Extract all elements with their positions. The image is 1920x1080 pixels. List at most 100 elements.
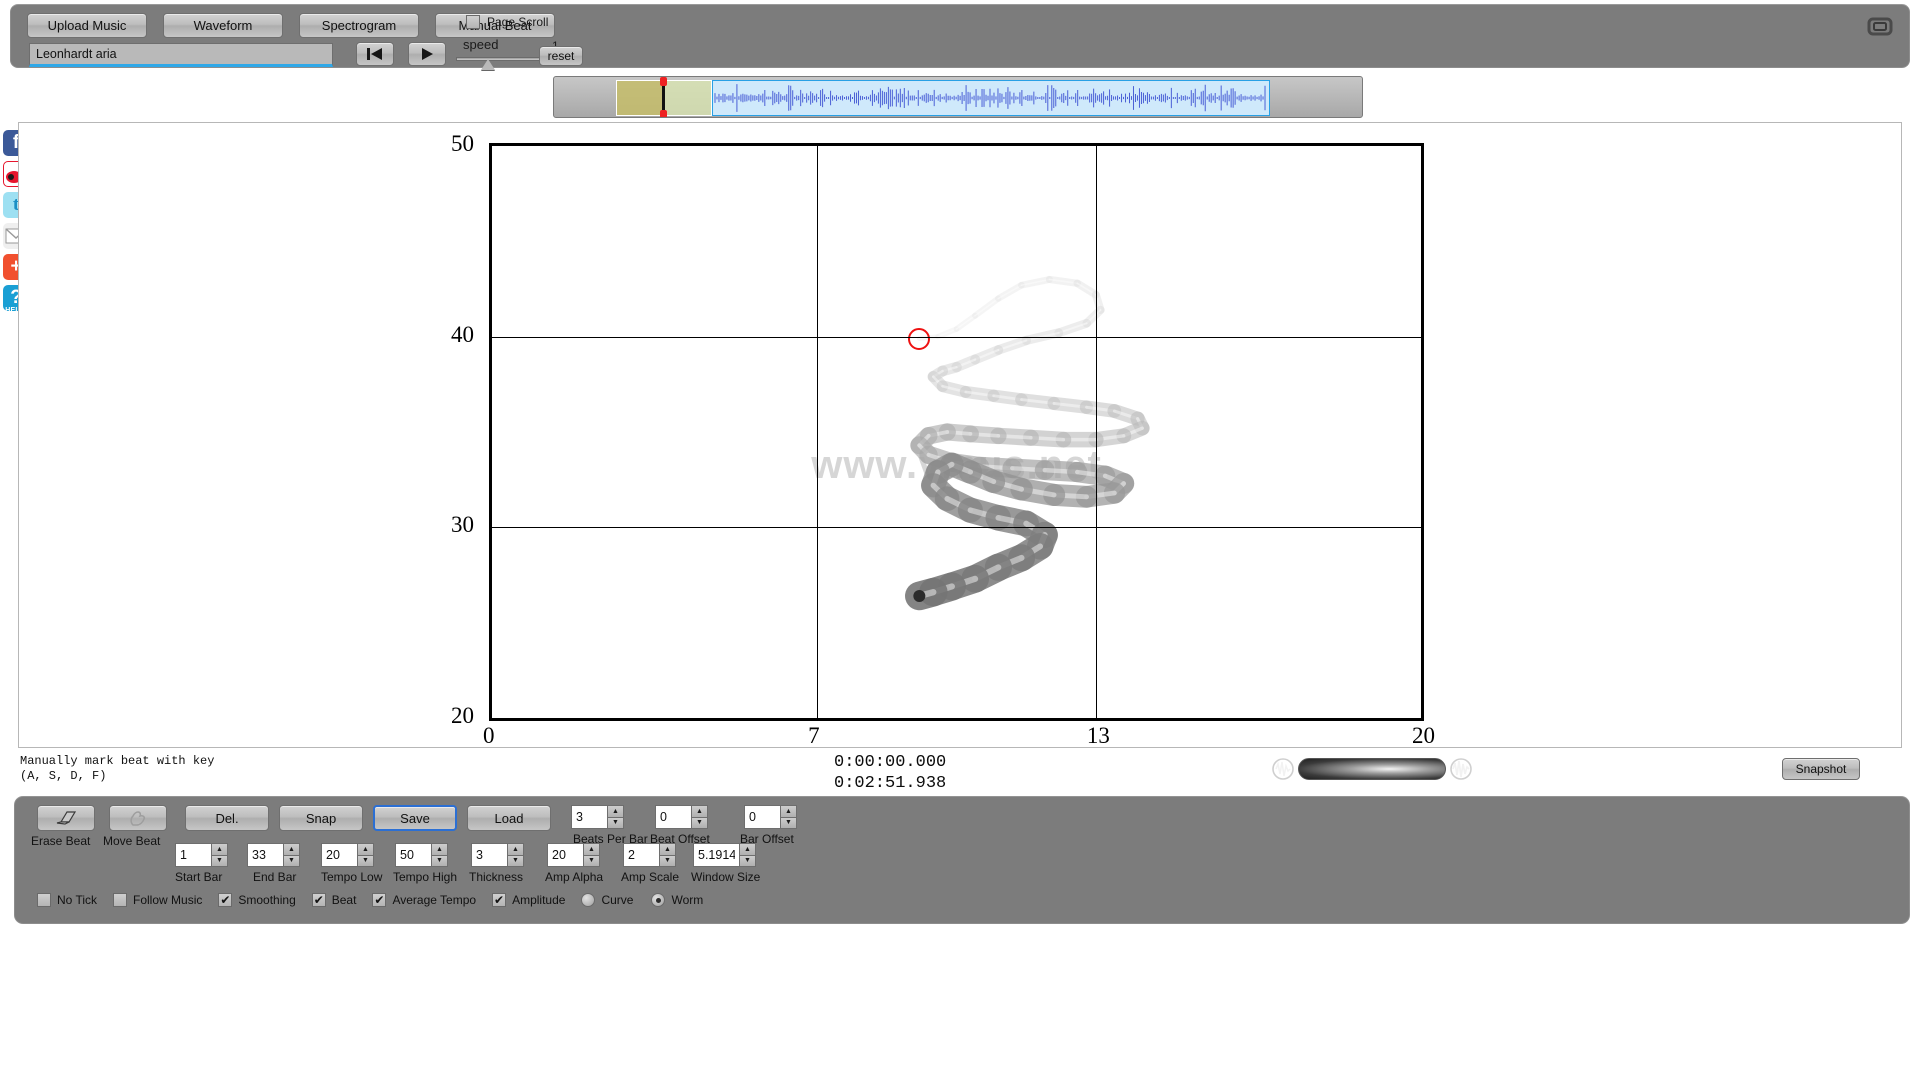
start-bar-input[interactable] — [175, 843, 211, 867]
volume-slider[interactable] — [1298, 758, 1446, 780]
amp-alpha-decrement[interactable]: ▼ — [583, 854, 600, 867]
end-bar-decrement[interactable]: ▼ — [283, 854, 300, 867]
track-title-input[interactable] — [29, 43, 333, 67]
reset-button[interactable]: reset — [539, 46, 583, 66]
timeline-overview[interactable] — [553, 76, 1363, 118]
window-size-field: ▲▼ — [693, 843, 756, 867]
smoothing-label: Smoothing — [238, 893, 296, 907]
window-size-increment[interactable]: ▲ — [739, 843, 756, 855]
camera-icon[interactable] — [1863, 13, 1897, 39]
thickness-input[interactable] — [471, 843, 507, 867]
option-curve[interactable]: Curve — [581, 893, 633, 907]
amp-scale-increment[interactable]: ▲ — [659, 843, 676, 855]
tempo-low-stepper: ▲ ▼ — [357, 843, 374, 867]
rewind-button[interactable] — [356, 42, 394, 66]
beat-offset-increment[interactable]: ▲ — [691, 805, 708, 817]
option-beat[interactable]: ✔ Beat — [311, 893, 357, 907]
speed-slider-thumb[interactable] — [481, 59, 495, 70]
start-bar-increment[interactable]: ▲ — [211, 843, 228, 855]
end-bar-increment[interactable]: ▲ — [283, 843, 300, 855]
tempo-high-increment[interactable]: ▲ — [431, 843, 448, 855]
amp-scale-input[interactable] — [623, 843, 659, 867]
no-tick-checkbox[interactable] — [37, 893, 51, 907]
play-button[interactable] — [408, 42, 446, 66]
tempo-low-increment[interactable]: ▲ — [357, 843, 374, 855]
end-bar-input[interactable] — [247, 843, 283, 867]
amp-alpha-label: Amp Alpha — [545, 870, 604, 884]
tempo-low-input[interactable] — [321, 843, 357, 867]
beat-offset-input[interactable] — [655, 805, 691, 829]
average-tempo-checkbox[interactable]: ✔ — [372, 893, 387, 907]
beats-per-bar-decrement[interactable]: ▼ — [607, 816, 624, 829]
timeline-selection-start[interactable] — [616, 80, 664, 116]
beat-label: Beat — [331, 893, 357, 907]
timeline-playhead[interactable] — [660, 77, 667, 117]
beat-offset-decrement[interactable]: ▼ — [691, 816, 708, 829]
tab-spectrogram[interactable]: Spectrogram — [299, 13, 419, 38]
start-bar-decrement[interactable]: ▼ — [211, 854, 228, 867]
volume-high-icon — [1450, 758, 1472, 780]
amp-scale-decrement[interactable]: ▼ — [659, 854, 676, 867]
option-smoothing[interactable]: ✔ Smoothing — [218, 893, 296, 907]
follow-music-checkbox[interactable] — [113, 893, 128, 907]
beats-per-bar-input[interactable] — [571, 805, 607, 829]
worm-label: Worm — [671, 893, 704, 907]
beat-checkbox[interactable]: ✔ — [311, 893, 326, 907]
bar-offset-decrement[interactable]: ▼ — [780, 816, 797, 829]
application-window: Upload Music Waveform Spectrogram Manual… — [0, 0, 1920, 1080]
amp-alpha-increment[interactable]: ▲ — [583, 843, 600, 855]
tempo-high-label: Tempo High — [393, 870, 458, 884]
end-bar-stepper: ▲ ▼ — [283, 843, 300, 867]
hand-move-icon — [130, 810, 145, 826]
amp-scale-stepper: ▲ ▼ — [659, 843, 676, 867]
page-scroll-checkbox[interactable] — [466, 15, 480, 29]
option-amplitude[interactable]: ✔ Amplitude — [492, 893, 565, 907]
time-display: 0:00:00.000 0:02:51.938 — [834, 752, 946, 794]
thickness-decrement[interactable]: ▼ — [507, 854, 524, 867]
move-beat-label: Move Beat — [103, 834, 161, 848]
move-beat-button[interactable] — [109, 805, 167, 831]
option-no-tick[interactable]: No Tick — [37, 893, 97, 907]
option-worm[interactable]: Worm — [651, 893, 703, 907]
speed-label: speed — [463, 37, 499, 52]
tab-waveform[interactable]: Waveform — [163, 13, 283, 38]
beat-offset-field: ▲▼ — [655, 805, 708, 829]
bar-offset-increment[interactable]: ▲ — [780, 805, 797, 817]
tempo-high-input[interactable] — [395, 843, 431, 867]
del-button[interactable]: Del. — [185, 805, 269, 831]
option-average-tempo[interactable]: ✔ Average Tempo — [372, 893, 476, 907]
window-size-label: Window Size — [691, 870, 761, 884]
erase-beat-button[interactable] — [37, 805, 95, 831]
grid-line-horizontal — [492, 336, 1421, 338]
beats-per-bar-increment[interactable]: ▲ — [607, 805, 624, 817]
window-size-input[interactable] — [693, 843, 739, 867]
option-follow-music[interactable]: Follow Music — [113, 893, 202, 907]
skip-to-start-icon — [367, 48, 382, 60]
tab-upload-music[interactable]: Upload Music — [27, 13, 147, 38]
worm-radio[interactable] — [651, 893, 666, 907]
snapshot-button[interactable]: Snapshot — [1782, 758, 1860, 780]
save-button[interactable]: Save — [373, 805, 457, 831]
window-size-decrement[interactable]: ▼ — [739, 854, 756, 867]
worm-plot[interactable]: www.vmus.net — [489, 143, 1424, 721]
snap-button[interactable]: Snap — [279, 805, 363, 831]
tempo-low-decrement[interactable]: ▼ — [357, 854, 374, 867]
timeline-selection-region[interactable] — [664, 80, 712, 116]
amp-scale-label: Amp Scale — [621, 870, 680, 884]
thickness-increment[interactable]: ▲ — [507, 843, 524, 855]
start-bar-stepper: ▲ ▼ — [211, 843, 228, 867]
current-position-marker — [908, 327, 931, 350]
curve-radio[interactable] — [581, 893, 596, 907]
smoothing-checkbox[interactable]: ✔ — [218, 893, 233, 907]
amplitude-checkbox[interactable]: ✔ — [492, 893, 507, 907]
end-bar-field: ▲▼ — [247, 843, 300, 867]
amp-alpha-input[interactable] — [547, 843, 583, 867]
bar-offset-input[interactable] — [744, 805, 780, 829]
tempo-high-decrement[interactable]: ▼ — [431, 854, 448, 867]
timeline-audio-region[interactable] — [712, 80, 1270, 116]
top-toolbar: Upload Music Waveform Spectrogram Manual… — [10, 4, 1910, 70]
curve-label: Curve — [601, 893, 634, 907]
load-button[interactable]: Load — [467, 805, 551, 831]
volume-control — [1272, 758, 1472, 780]
end-bar-label: End Bar — [253, 870, 297, 884]
